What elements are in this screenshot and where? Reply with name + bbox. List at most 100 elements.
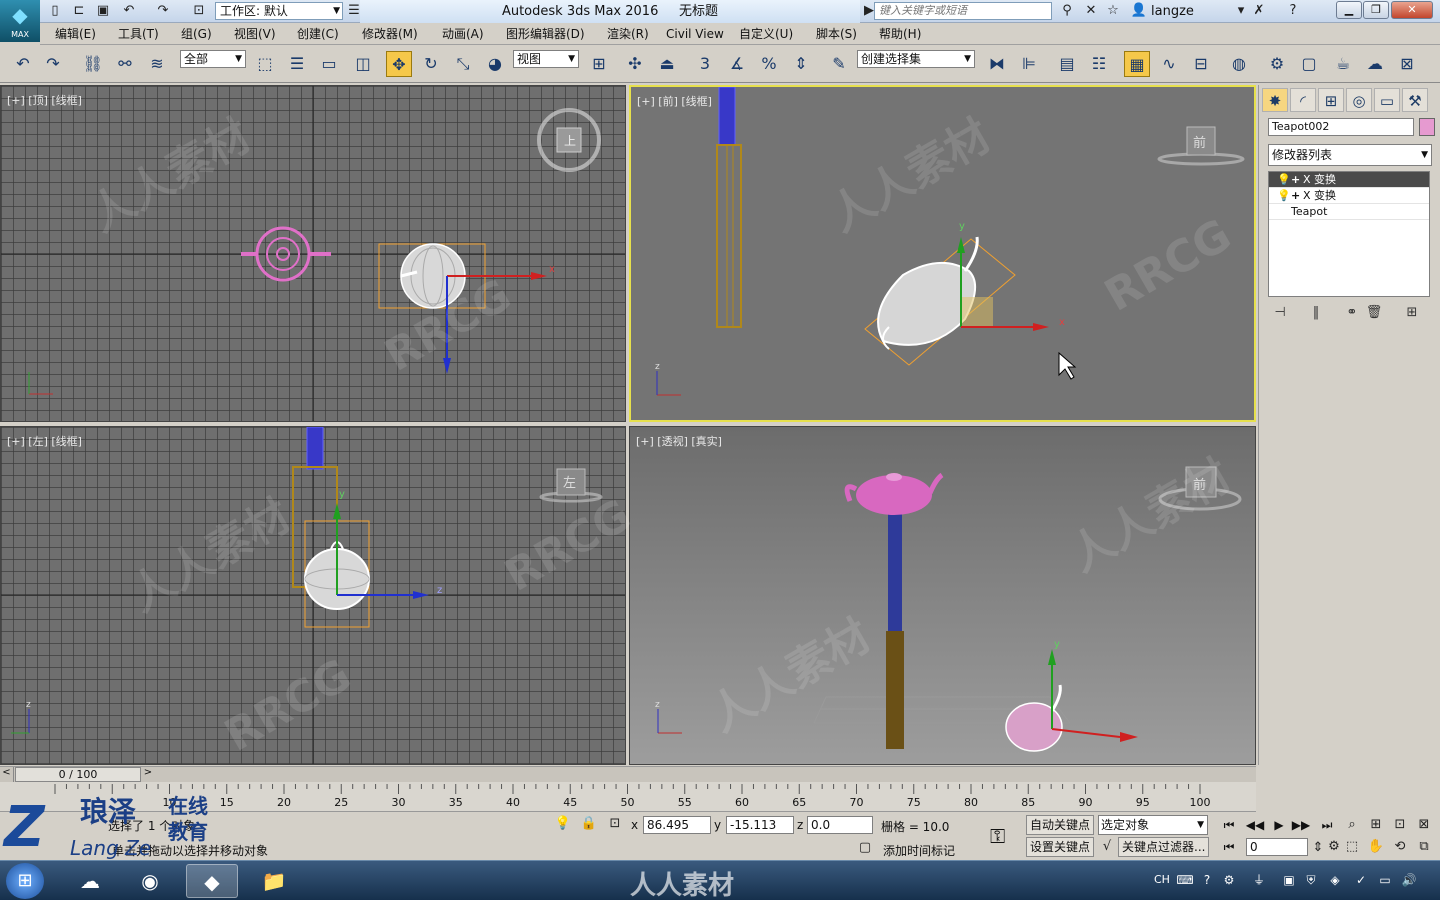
named-selection-set-dropdown[interactable]: 创建选择集 ▼	[857, 50, 975, 68]
exchange-apps-icon[interactable]: ✗	[1250, 3, 1268, 19]
menu-group[interactable]: 组(G)	[181, 23, 212, 45]
stack-item[interactable]: 💡+ X 变换	[1269, 188, 1429, 204]
key-icon[interactable]: ⚿	[990, 824, 1005, 848]
menu-rendering[interactable]: 渲染(R)	[607, 23, 649, 45]
select-and-place-icon[interactable]: ◕	[482, 51, 508, 77]
binoculars-icon[interactable]: ⚲	[1058, 3, 1076, 19]
a360-gallery-icon[interactable]: ⊠	[1394, 51, 1420, 77]
add-time-tag[interactable]: 添加时间标记	[883, 842, 955, 859]
layer-manager-icon[interactable]: ☷	[1086, 51, 1112, 77]
pivot-center-icon[interactable]: ⊞	[586, 51, 612, 77]
redo-icon[interactable]: ↷	[154, 3, 172, 19]
language-indicator[interactable]: CH	[1154, 873, 1170, 886]
pan-view-icon[interactable]: ✋	[1366, 837, 1386, 857]
close-button[interactable]: ✕	[1391, 1, 1433, 19]
snaps-toggle-icon[interactable]: 3	[692, 51, 718, 77]
app-menu-button[interactable]: ◆ MAX	[0, 0, 40, 42]
workspace-dropdown[interactable]: 工作区: 默认 ▼	[215, 2, 343, 20]
menu-modifiers[interactable]: 修改器(M)	[362, 23, 418, 45]
select-and-scale-icon[interactable]: ⤡	[450, 51, 476, 77]
select-and-rotate-icon[interactable]: ↻	[418, 51, 444, 77]
render-in-cloud-icon[interactable]: ☁	[1362, 51, 1388, 77]
minimize-button[interactable]: ▁	[1336, 1, 1362, 19]
selection-filter-dropdown[interactable]: 全部 ▼	[180, 50, 246, 68]
menu-create[interactable]: 创建(C)	[297, 23, 339, 45]
expand-plus-icon[interactable]: +	[1291, 188, 1303, 204]
start-button[interactable]: ⊞	[6, 863, 44, 899]
zoom-region-icon[interactable]: ⬚	[1342, 837, 1362, 857]
time-slider[interactable]: < 0 / 100 >	[0, 766, 1256, 782]
next-frame-icon[interactable]: >	[141, 767, 155, 782]
user-name[interactable]: langze	[1151, 0, 1194, 23]
menu-help[interactable]: 帮助(H)	[879, 23, 921, 45]
zoom-icon[interactable]: ⌕	[1342, 815, 1362, 835]
save-file-icon[interactable]: ▣	[94, 3, 112, 19]
time-tag-icon[interactable]: ▢	[856, 840, 874, 856]
user-icon[interactable]: 👤	[1130, 3, 1148, 19]
z-coord-input[interactable]: 0.0	[807, 816, 873, 834]
create-tab-icon[interactable]: ✸	[1262, 88, 1288, 112]
maximize-viewport-icon[interactable]: ⧉	[1414, 837, 1434, 857]
display-tab-icon[interactable]: ▭	[1374, 88, 1400, 112]
expand-plus-icon[interactable]: +	[1291, 172, 1303, 188]
lightbulb-icon[interactable]: 💡	[1277, 188, 1291, 204]
curve-editor-icon[interactable]: ∿	[1156, 51, 1182, 77]
key-set-dropdown[interactable]: 选定对象 ▼	[1098, 815, 1208, 835]
set-key-button[interactable]: 设置关键点	[1026, 837, 1095, 857]
selection-lock-icon[interactable]: 🔒	[580, 816, 598, 832]
network-tray-icon[interactable]: ✓	[1352, 871, 1370, 889]
edit-named-selection-icon[interactable]: ✎	[826, 51, 852, 77]
usb-icon[interactable]: ⏚	[1250, 871, 1268, 889]
lightbulb-icon[interactable]: 💡	[1277, 172, 1291, 188]
chevron-down-icon[interactable]: ▾	[1232, 3, 1250, 19]
viewport-front[interactable]: [+] [前] [线框] y x 前 z	[629, 85, 1256, 422]
show-end-result-icon[interactable]: ‖	[1307, 304, 1325, 322]
taskbar-app-chrome[interactable]: ◉	[124, 864, 176, 898]
menu-scripting[interactable]: 脚本(S)	[816, 23, 857, 45]
percent-snap-icon[interactable]: %	[756, 51, 782, 77]
next-key-icon[interactable]: ▶▶	[1290, 816, 1312, 834]
viewport-perspective[interactable]: [+] [透视] [真实] y 前 z	[629, 426, 1256, 765]
isolate-selection-icon[interactable]: 💡	[554, 816, 572, 832]
menu-civil-view[interactable]: Civil View	[666, 23, 724, 45]
viewport-left[interactable]: [+] [左] [线框] y z 左 z	[0, 426, 626, 765]
modify-tab-icon[interactable]: ◜	[1290, 88, 1316, 112]
menu-customize[interactable]: 自定义(U)	[739, 23, 793, 45]
link-icon[interactable]: ⛓	[80, 51, 106, 77]
new-file-icon[interactable]: ▯	[46, 3, 64, 19]
orbit-icon[interactable]: ⟲	[1390, 837, 1410, 857]
subscription-icon[interactable]: ✕	[1082, 3, 1100, 19]
tray-app-icon[interactable]: ◈	[1326, 871, 1344, 889]
taskbar-app-explorer[interactable]: 📁	[248, 864, 300, 898]
material-editor-icon[interactable]: ◍	[1226, 51, 1252, 77]
object-name-field[interactable]: Teapot002	[1268, 118, 1414, 136]
go-to-start-icon[interactable]: ⏮	[1218, 816, 1240, 834]
select-by-name-icon[interactable]: ☰	[284, 51, 310, 77]
menu-edit[interactable]: 编辑(E)	[55, 23, 96, 45]
select-object-icon[interactable]: ⬚	[252, 51, 278, 77]
open-file-icon[interactable]: ⊏	[70, 3, 88, 19]
favorites-star-icon[interactable]: ☆	[1104, 3, 1122, 19]
keyboard-shortcut-override-icon[interactable]: ⏏	[654, 51, 680, 77]
spinner-snap-icon[interactable]: ⇕	[788, 51, 814, 77]
current-frame-input[interactable]: 0	[1246, 838, 1308, 856]
mirror-icon[interactable]: ⧓	[984, 51, 1010, 77]
object-color-swatch[interactable]	[1419, 118, 1435, 136]
undo-icon[interactable]: ↶	[10, 51, 36, 77]
redo-icon[interactable]: ↷	[40, 51, 66, 77]
menu-graph-editors[interactable]: 图形编辑器(D)	[506, 23, 585, 45]
app-tray-icon[interactable]: ▣	[1280, 871, 1298, 889]
keyboard-icon[interactable]: ⌨	[1176, 871, 1194, 889]
pin-stack-icon[interactable]: ⊣	[1271, 304, 1289, 322]
auto-key-button[interactable]: 自动关键点	[1026, 815, 1095, 835]
hierarchy-tab-icon[interactable]: ⊞	[1318, 88, 1344, 112]
key-filter-curve-icon[interactable]: √	[1098, 839, 1116, 855]
menu-animation[interactable]: 动画(A)	[442, 23, 484, 45]
align-icon[interactable]: ⊫	[1016, 51, 1042, 77]
utilities-tab-icon[interactable]: ⚒	[1402, 88, 1428, 112]
key-filters-button[interactable]: 关键点过滤器...	[1118, 837, 1210, 857]
zoom-extents-icon[interactable]: ⊡	[1390, 815, 1410, 835]
undo-icon[interactable]: ↶	[120, 3, 138, 19]
maximize-button[interactable]: ❐	[1363, 1, 1389, 19]
zoom-extents-all-icon[interactable]: ⊠	[1414, 815, 1434, 835]
